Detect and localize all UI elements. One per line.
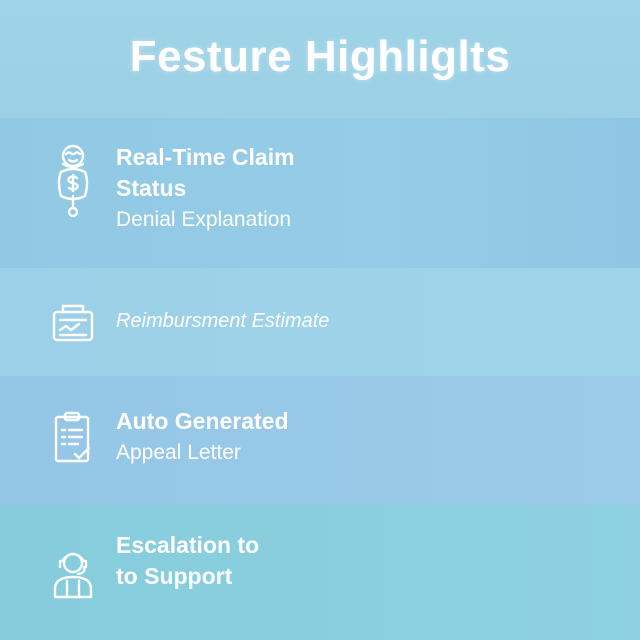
page-title: Festure Highliglts [129, 32, 511, 81]
feature-row-escalation[interactable]: Escalation to to Support [0, 504, 640, 640]
feature-subtitle: Appeal Letter [116, 441, 241, 464]
feature-subtitle: Denial Explanation [116, 208, 292, 231]
feature-row-reimbursement[interactable]: Reimbursment Estimate [0, 268, 640, 376]
feature-title: Status [116, 175, 187, 201]
feature-title: to Support [116, 563, 233, 589]
feature-title: Real-Time Claim [116, 144, 295, 170]
feature-text: Auto Generated Appeal Letter [116, 406, 289, 468]
feature-row-appeal-letter[interactable]: Auto Generated Appeal Letter [0, 376, 640, 504]
feature-text: Reimbursment Estimate [116, 306, 329, 336]
feature-row-claim-status[interactable]: Real-Time Claim Status Denial Explanatio… [0, 118, 640, 268]
feature-title: Escalation to [116, 532, 260, 558]
estimate-icon [46, 282, 100, 362]
agent-icon [46, 144, 100, 224]
feature-subtitle: Reimbursment Estimate [116, 310, 330, 332]
feature-text: Real-Time Claim Status Denial Explanatio… [116, 142, 295, 235]
support-icon [46, 534, 100, 614]
clipboard-icon [46, 398, 100, 478]
feature-text: Escalation to to Support [116, 530, 259, 592]
header: Festure Highliglts [0, 0, 640, 118]
feature-title: Auto Generated [116, 408, 289, 434]
